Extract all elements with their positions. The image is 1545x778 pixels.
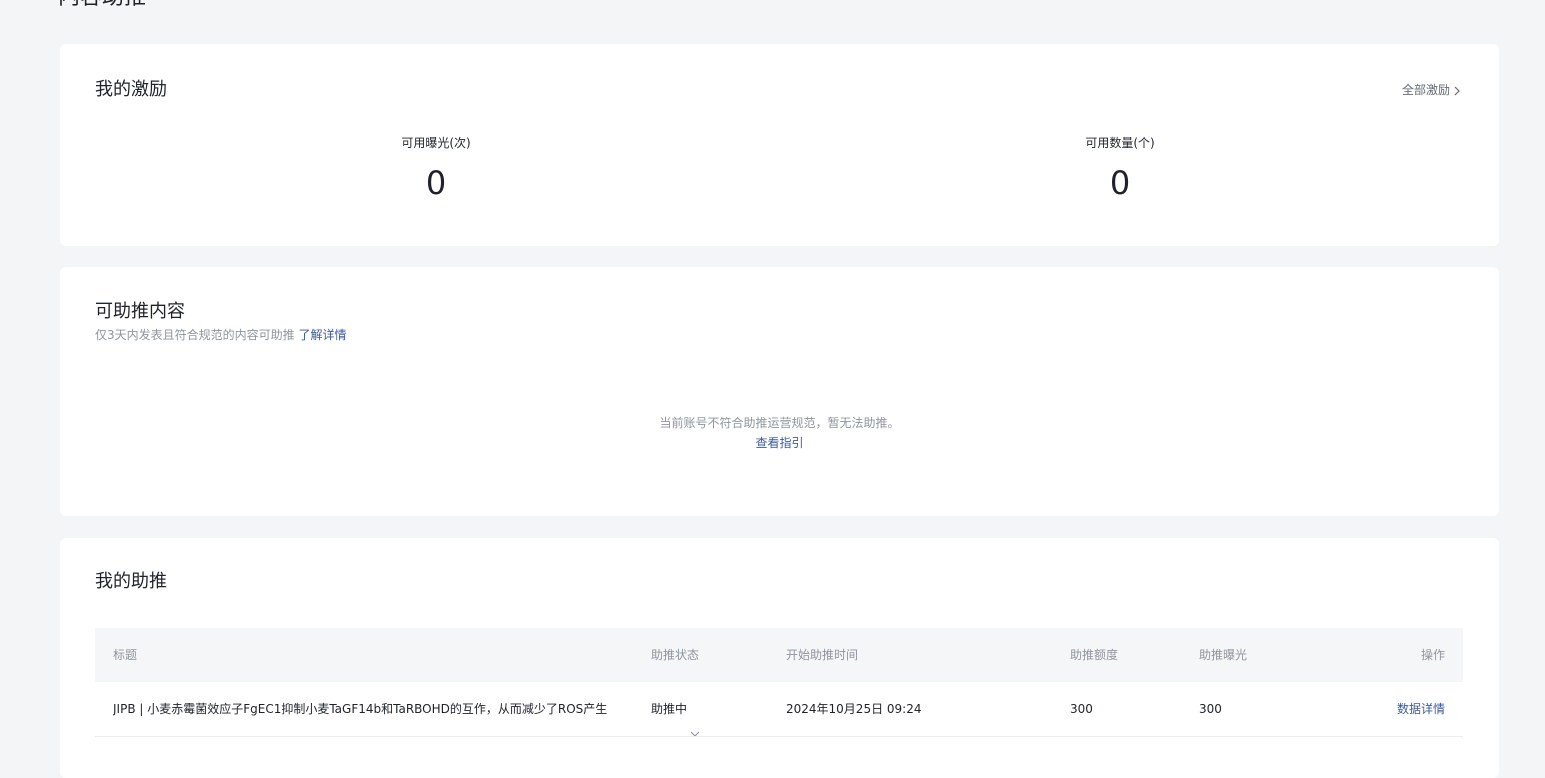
table-row: JIPB | 小麦赤霉菌效应子FgEC1抑制小麦TaGF14b和TaRBOHD的… [95,682,1463,737]
all-incentives-label: 全部激励 [1401,83,1450,97]
row-start-time: 2024年10月25日 09:24 [786,702,922,716]
column-header-status: 助推状态 [651,648,700,662]
boostable-subtitle-text: 仅3天内发表且符合规范的内容可助推 [95,328,295,342]
incentive-card: 我的激励 全部激励 可用曝光(次) 0 可用数量(个) 0 [60,44,1499,246]
incentive-heading: 我的激励 [95,79,167,100]
my-boost-heading: 我的助推 [95,571,167,592]
available-exposure-stat: 可用曝光(次) 0 [286,135,586,203]
empty-state: 当前账号不符合助推运营规范，暂无法助推。 查看指引 [60,413,1499,453]
row-status: 助推中 [651,682,761,736]
available-exposure-value: 0 [425,164,447,202]
column-header-amount: 助推额度 [1070,648,1119,662]
available-count-value: 0 [1109,164,1131,202]
chevron-down-icon [690,706,700,736]
row-exposure: 300 [1199,702,1222,716]
row-action: 数据详情 [1325,682,1445,736]
column-header-title: 标题 [113,648,138,662]
boostable-content-card: 可助推内容 仅3天内发表且符合规范的内容可助推 了解详情 当前账号不符合助推运营… [60,267,1499,516]
column-header-exposure: 助推曝光 [1199,648,1248,662]
column-header-action: 操作 [1420,648,1445,662]
page-title: 内容助推 [58,0,146,12]
boostable-heading: 可助推内容 [95,301,185,322]
status-label: 助推中 [651,702,688,716]
available-count-stat: 可用数量(个) 0 [970,135,1270,203]
data-details-link[interactable]: 数据详情 [1397,702,1445,716]
view-guide-link[interactable]: 查看指引 [755,433,803,453]
chevron-right-icon [1453,85,1461,95]
empty-state-message: 当前账号不符合助推运营规范，暂无法助推。 [659,416,900,430]
status-dropdown[interactable]: 助推中 [651,682,700,736]
row-title: JIPB | 小麦赤霉菌效应子FgEC1抑制小麦TaGF14b和TaRBOHD的… [113,702,608,716]
all-incentives-link[interactable]: 全部激励 [1402,81,1461,98]
boost-table: 标题 助推状态 开始助推时间 助推额度 助推曝光 操作 JIPB | 小麦赤霉菌… [95,628,1463,737]
column-header-start-time: 开始助推时间 [786,648,859,662]
available-count-label: 可用数量(个) [1085,136,1155,150]
learn-more-link[interactable]: 了解详情 [298,328,346,342]
my-boost-card: 我的助推 标题 助推状态 开始助推时间 助推额度 助推曝光 操作 JIPB | … [60,538,1499,778]
table-header: 标题 助推状态 开始助推时间 助推额度 助推曝光 操作 [95,628,1463,682]
available-exposure-label: 可用曝光(次) [401,136,471,150]
boostable-subtitle: 仅3天内发表且符合规范的内容可助推 了解详情 [95,327,346,343]
row-amount: 300 [1070,702,1093,716]
